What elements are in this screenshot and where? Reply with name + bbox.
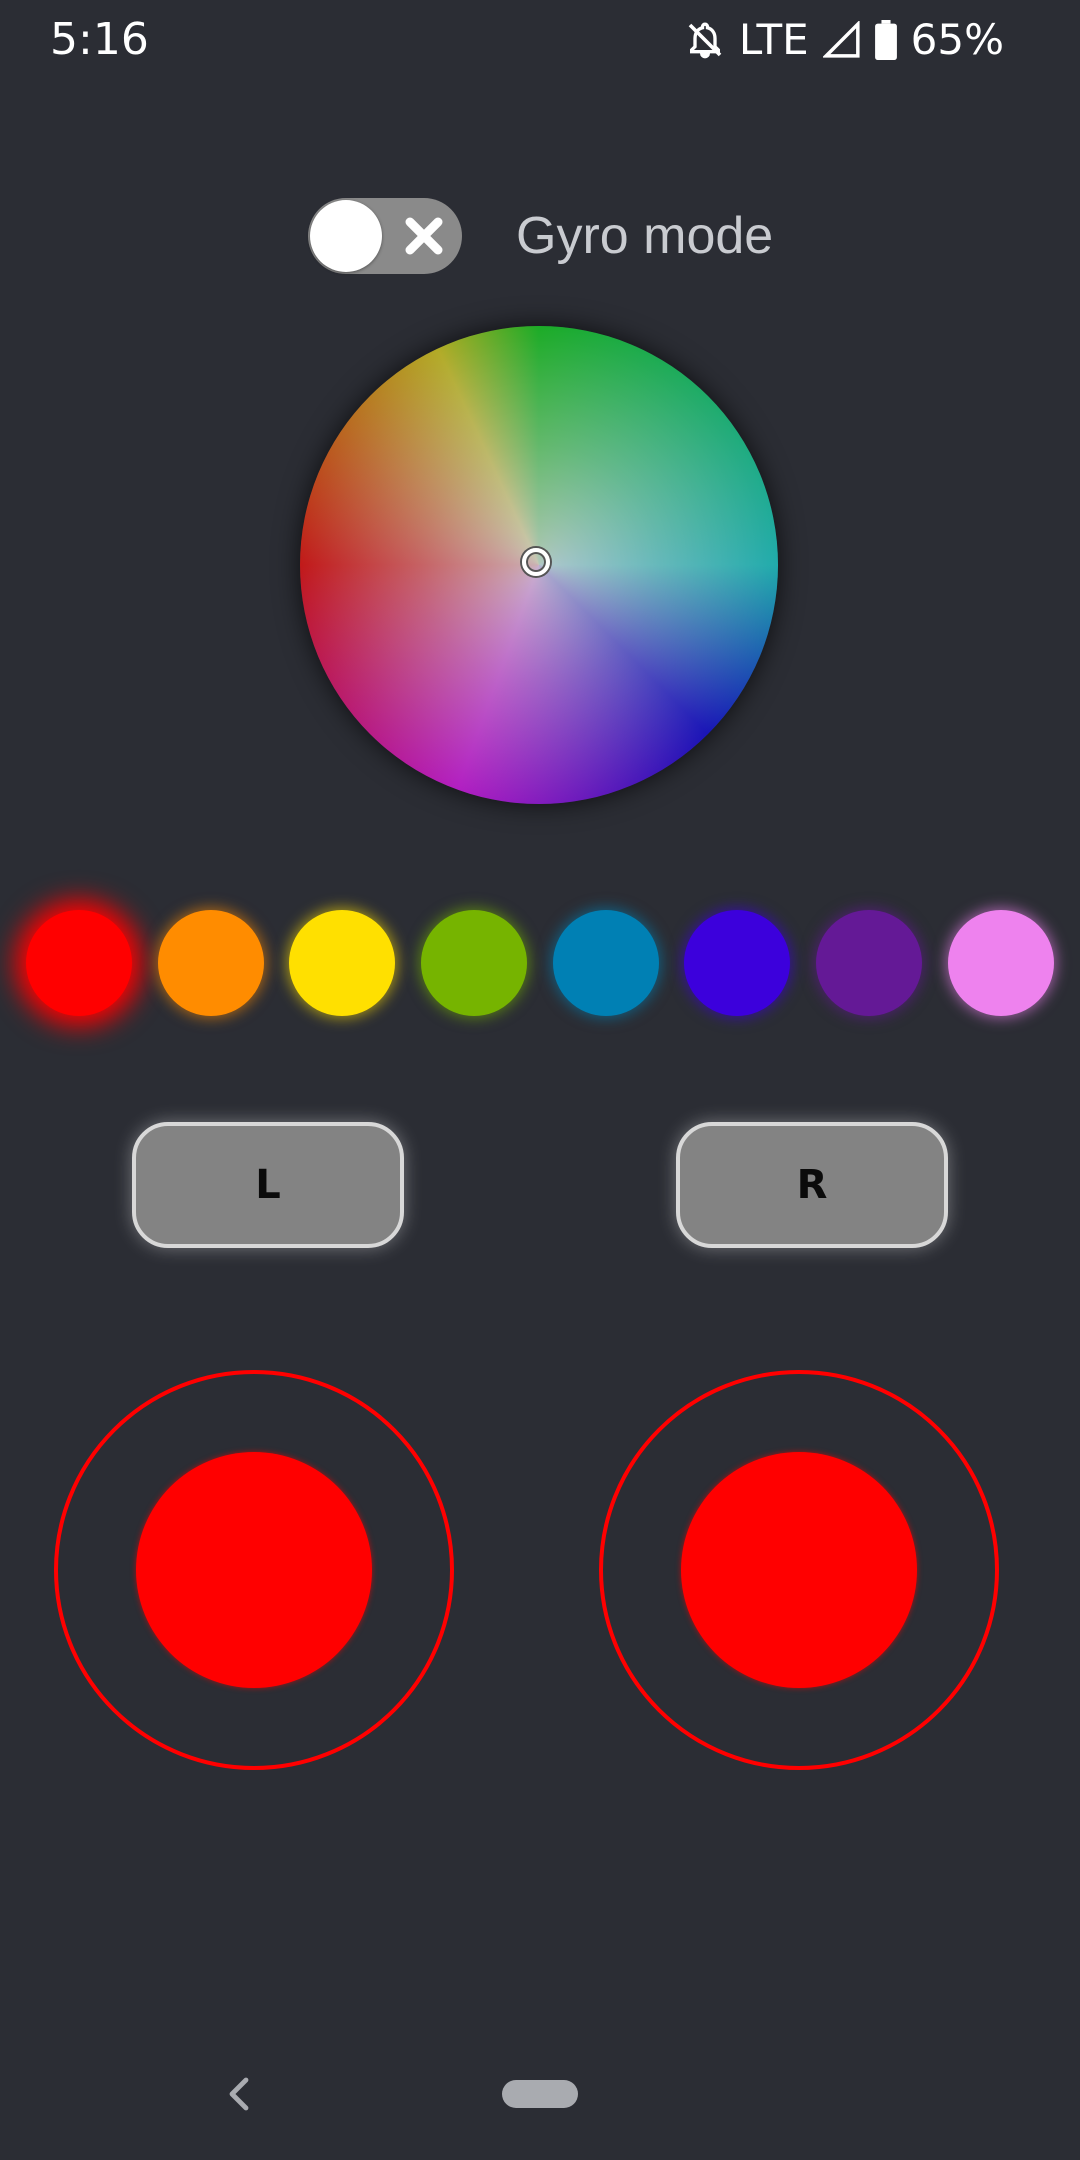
gyro-mode-toggle[interactable] <box>308 198 462 274</box>
swatch-indigo[interactable] <box>684 910 790 1016</box>
status-time: 5:16 <box>50 14 149 65</box>
swatch-blue[interactable] <box>553 910 659 1016</box>
swatch-purple[interactable] <box>816 910 922 1016</box>
color-wheel-cursor[interactable] <box>522 548 550 576</box>
swatch-orange[interactable] <box>158 910 264 1016</box>
color-swatches <box>26 910 1056 1016</box>
swatch-green[interactable] <box>421 910 527 1016</box>
swatch-red[interactable] <box>26 910 132 1016</box>
toggle-knob <box>310 200 382 272</box>
home-pill[interactable] <box>502 2080 578 2108</box>
swatch-yellow[interactable] <box>289 910 395 1016</box>
network-type: LTE <box>738 15 809 64</box>
signal-icon <box>822 21 861 59</box>
left-joystick-knob[interactable] <box>136 1452 372 1688</box>
swatch-violet[interactable] <box>948 910 1054 1016</box>
gyro-mode-label: Gyro mode <box>516 207 774 265</box>
right-joystick-knob[interactable] <box>681 1452 917 1688</box>
left-button[interactable]: L <box>132 1122 404 1248</box>
notifications-off-icon <box>685 20 725 60</box>
right-button[interactable]: R <box>676 1122 948 1248</box>
status-icons: LTE 65% <box>685 12 1004 68</box>
left-joystick[interactable] <box>54 1370 454 1770</box>
back-icon[interactable] <box>222 2074 258 2114</box>
color-wheel[interactable] <box>300 326 778 804</box>
gyro-mode-row: Gyro mode <box>308 196 773 276</box>
battery-percent: 65% <box>910 15 1004 64</box>
battery-icon <box>874 20 897 60</box>
status-bar: 5:16 LTE 65% <box>0 0 1080 80</box>
close-icon <box>405 217 443 255</box>
right-joystick[interactable] <box>599 1370 999 1770</box>
